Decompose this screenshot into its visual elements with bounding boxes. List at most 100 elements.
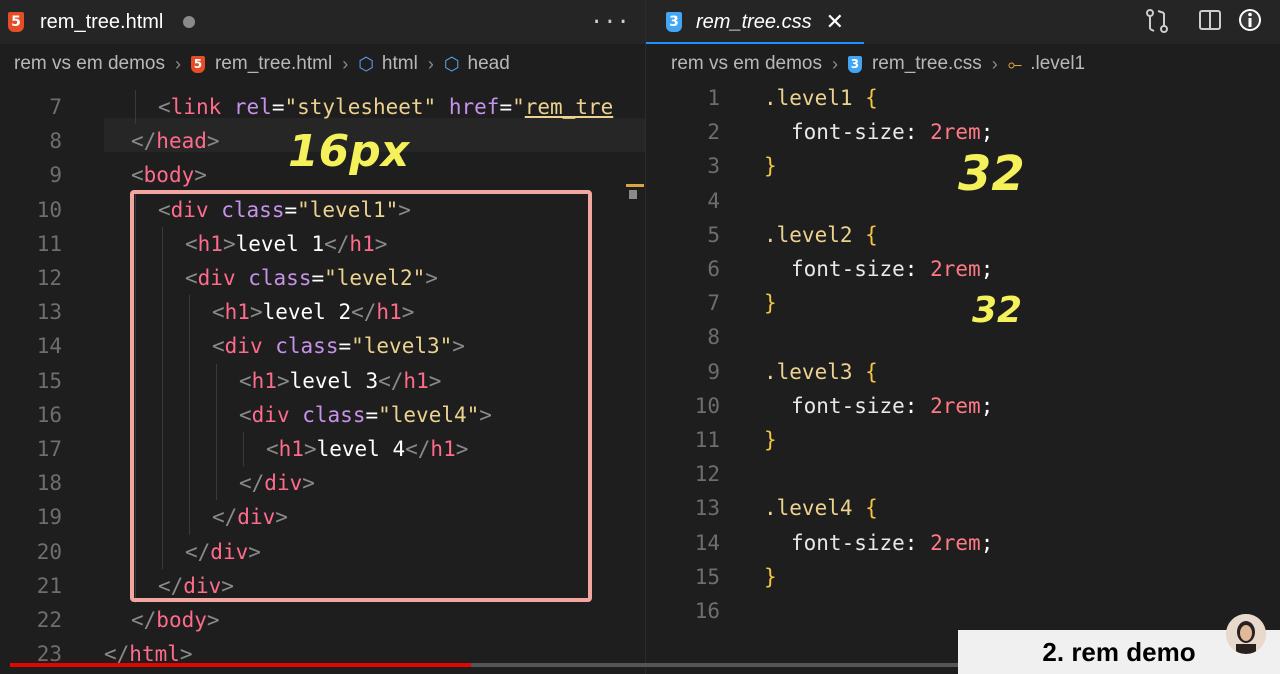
code-line[interactable]: 14 font-size: 2rem; [646, 526, 1280, 560]
breadcrumb-symbol-html[interactable]: html [382, 53, 418, 75]
token-brace: { [865, 359, 878, 384]
close-icon[interactable]: ✕ [826, 10, 844, 35]
breadcrumb-folder[interactable]: rem vs em demos [14, 53, 165, 75]
code-text[interactable]: .level1 { [764, 81, 878, 115]
code-line[interactable]: 2 font-size: 2rem; [646, 115, 1280, 149]
token-punc: </ [131, 129, 157, 154]
chapter-title: 2. rem demo [1042, 636, 1196, 667]
video-progress-fill[interactable] [10, 663, 471, 667]
code-text[interactable]: <link rel="stylesheet" href="rem_tre [158, 90, 613, 124]
line-number: 18 [36, 471, 62, 496]
line-number: 17 [36, 437, 62, 461]
line-number: 15 [694, 564, 720, 589]
code-line[interactable]: 8 [646, 320, 1280, 354]
token-link: rem_tre [524, 95, 614, 119]
code-text[interactable]: </head> [131, 124, 220, 158]
token-punc: > [206, 129, 220, 154]
line-number: 13 [36, 300, 62, 325]
code-text[interactable]: </body> [131, 603, 220, 637]
code-line[interactable]: 11} [646, 423, 1280, 457]
code-text[interactable]: } [764, 286, 777, 320]
code-text[interactable]: } [764, 149, 777, 183]
line-number: 1 [707, 86, 720, 110]
code-text[interactable]: } [764, 423, 777, 457]
code-line[interactable]: 7 <link rel="stylesheet" href="rem_tre [0, 90, 645, 125]
token-semi: ; [980, 530, 994, 555]
token-sel: .level2 [764, 222, 853, 247]
annotation-highlight-box [130, 190, 592, 602]
line-number: 5 [707, 222, 720, 247]
code-text[interactable]: .level2 { [764, 218, 878, 252]
breadcrumb-folder[interactable]: rem vs em demos [671, 53, 822, 75]
code-text[interactable]: .level4 { [764, 491, 878, 525]
code-text[interactable]: font-size: 2rem; [791, 115, 993, 149]
tab-rem-tree-css[interactable]: 3 rem_tree.css ✕ [666, 0, 844, 44]
handwritten-32-annotation: 32 [958, 146, 1025, 202]
compare-changes-icon[interactable] [1144, 8, 1170, 34]
code-line[interactable]: 13 .level4 { [646, 491, 1280, 525]
tab-label: rem_tree.html [40, 10, 164, 33]
token-punc: < [131, 163, 144, 188]
code-line[interactable]: 7} [646, 286, 1280, 320]
code-text[interactable]: <body> [131, 158, 207, 192]
code-line[interactable]: 1 .level1 { [646, 81, 1280, 115]
token-brace: } [764, 428, 777, 452]
token-punc: </ [131, 608, 157, 632]
code-line[interactable]: 22 </body> [0, 603, 645, 637]
split-editor-icon[interactable] [1198, 8, 1222, 32]
html-editor-pane[interactable]: 5 rem_tree.html ··· rem vs em demos › 5 … [0, 0, 645, 674]
token-brace: } [764, 564, 777, 589]
line-number: 9 [707, 359, 720, 384]
line-number: 3 [707, 154, 720, 179]
tab-rem-tree-html[interactable]: 5 rem_tree.html [8, 0, 196, 44]
token-semi: ; [980, 257, 994, 281]
token-prop: font-size [791, 120, 905, 145]
token-prop: font-size [791, 257, 905, 281]
presenter-avatar [1226, 614, 1266, 654]
token-sel: .level3 [764, 359, 853, 384]
token-brace: } [764, 154, 777, 179]
line-number: 8 [49, 129, 62, 154]
code-text[interactable]: font-size: 2rem; [791, 252, 993, 286]
line-number: 16 [36, 402, 62, 427]
css-editor-pane[interactable]: 3 rem_tree.css ✕ rem vs em demos › 3 rem… [645, 0, 1280, 674]
token-val: 2rem [930, 257, 981, 281]
token-attr: href [448, 95, 500, 119]
code-line[interactable]: 15} [646, 560, 1280, 594]
code-line[interactable]: 5 .level2 { [646, 218, 1280, 252]
code-text[interactable]: font-size: 2rem; [791, 526, 993, 560]
breadcrumb-file[interactable]: rem_tree.html [215, 53, 332, 75]
code-text[interactable]: font-size: 2rem; [791, 389, 993, 423]
breadcrumb-symbol-head[interactable]: head [468, 53, 510, 75]
token-semi: ; [980, 393, 994, 418]
code-line[interactable]: 10 font-size: 2rem; [646, 389, 1280, 423]
line-number: 16 [694, 599, 720, 623]
line-number: 15 [36, 368, 62, 393]
breadcrumb-selector[interactable]: .level1 [1030, 53, 1085, 75]
token-val: 2rem [930, 120, 981, 145]
code-line[interactable]: 9 .level3 { [646, 355, 1280, 389]
breadcrumb-file[interactable]: rem_tree.css [872, 53, 982, 75]
handwritten-16px-annotation: 16px [288, 126, 410, 177]
code-text[interactable]: .level3 { [764, 355, 878, 389]
line-number: 19 [36, 505, 62, 530]
token-colon: : [904, 257, 918, 281]
cube-icon: ⬡ [443, 53, 460, 74]
chevron-right-icon: › [991, 53, 998, 74]
code-line[interactable]: 12 [646, 457, 1280, 491]
unsaved-dot-icon[interactable] [183, 16, 196, 28]
code-line[interactable]: 6 font-size: 2rem; [646, 252, 1280, 286]
code-text[interactable]: } [764, 560, 777, 594]
info-icon[interactable] [1236, 6, 1264, 34]
token-prop: font-size [791, 530, 905, 555]
token-val: 2rem [930, 530, 981, 555]
code-line[interactable]: 16 [646, 594, 1280, 628]
line-number: 7 [707, 291, 720, 316]
token-attr: rel [233, 95, 272, 119]
more-actions-button[interactable]: ··· [590, 0, 630, 44]
